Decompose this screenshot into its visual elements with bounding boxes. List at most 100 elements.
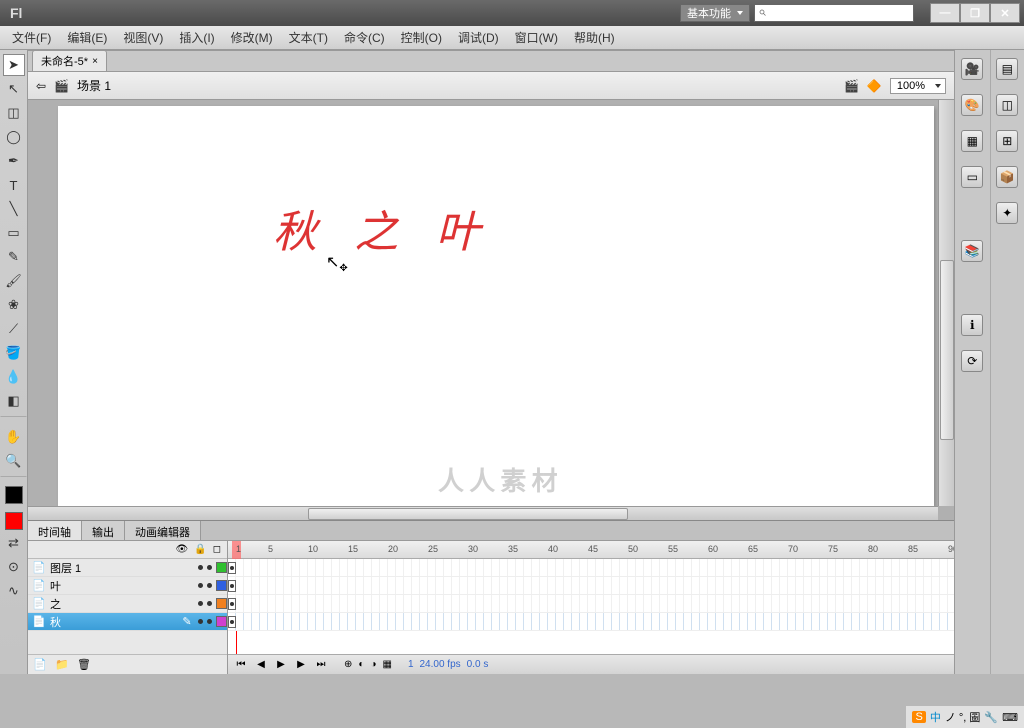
edit-multiple-icon[interactable]: ▦ — [382, 659, 391, 670]
lock-header-icon[interactable]: 🔒 — [194, 544, 206, 555]
deco-tool[interactable]: ❀ — [3, 294, 25, 316]
menu-text[interactable]: 文本(T) — [281, 29, 336, 46]
close-button[interactable]: ✕ — [990, 3, 1020, 23]
frame-ruler[interactable]: 151015202530354045505560657075808590 — [228, 541, 954, 559]
lock-dot[interactable] — [207, 583, 212, 588]
swap-colors-icon[interactable]: ⇄ — [3, 532, 25, 554]
menu-control[interactable]: 控制(O) — [393, 29, 450, 46]
ime-tool-icon[interactable]: 🔧 — [984, 711, 998, 724]
brush-tool[interactable]: 🖌 — [3, 270, 25, 292]
hand-tool[interactable]: ✋ — [3, 426, 25, 448]
pen-tool[interactable]: ✒ — [3, 150, 25, 172]
color-panel-icon[interactable]: 🎨 — [961, 94, 983, 116]
smoothing-option[interactable]: ∿ — [3, 580, 25, 602]
visibility-dot[interactable] — [198, 601, 203, 606]
visibility-header-icon[interactable]: 👁 — [176, 544, 189, 555]
layer-row[interactable]: 📄图层 1 — [28, 559, 227, 577]
align-panel-icon[interactable]: ▭ — [961, 166, 983, 188]
swatches-panel-icon[interactable]: ▦ — [961, 130, 983, 152]
ime-keyboard-icon[interactable]: ⌨ — [1002, 711, 1018, 724]
frame-row[interactable] — [228, 559, 954, 577]
center-frame-icon[interactable]: ⊕ — [344, 659, 352, 670]
search-input[interactable] — [754, 4, 914, 22]
tab-output[interactable]: 输出 — [82, 521, 125, 540]
outline-color-chip[interactable] — [216, 616, 227, 627]
keyframe[interactable] — [228, 598, 236, 610]
eyedropper-tool[interactable]: 💧 — [3, 366, 25, 388]
menu-view[interactable]: 视图(V) — [115, 29, 171, 46]
selection-tool[interactable]: ➤ — [3, 54, 25, 76]
new-layer-button[interactable]: 📄 — [32, 657, 48, 673]
properties-panel-icon[interactable]: 🎥 — [961, 58, 983, 80]
close-tab-icon[interactable]: × — [92, 56, 98, 67]
zoom-tool[interactable]: 🔍 — [3, 450, 25, 472]
paint-bucket-tool[interactable]: 🪣 — [3, 342, 25, 364]
outline-color-chip[interactable] — [216, 562, 227, 573]
menu-window[interactable]: 窗口(W) — [507, 29, 566, 46]
transform-panel-icon-2[interactable]: ◫ — [996, 94, 1018, 116]
fill-color-swatch[interactable] — [5, 512, 23, 530]
pencil-tool[interactable]: ✎ — [3, 246, 25, 268]
menu-insert[interactable]: 插入(I) — [171, 29, 222, 46]
menu-modify[interactable]: 修改(M) — [223, 29, 281, 46]
outline-color-chip[interactable] — [216, 598, 227, 609]
frame-row[interactable] — [228, 595, 954, 613]
edit-symbols-icon[interactable]: 🔶 — [867, 79, 882, 93]
components-panel-icon[interactable]: ⊞ — [996, 130, 1018, 152]
search-field[interactable] — [767, 7, 909, 19]
text-tool[interactable]: T — [3, 174, 25, 196]
info-panel-icon[interactable]: ℹ — [961, 314, 983, 336]
subselect-tool[interactable]: ↖ — [3, 78, 25, 100]
library-panel-icon-2[interactable]: 📦 — [996, 166, 1018, 188]
edit-scene-icon[interactable]: 🎬 — [844, 79, 859, 93]
stage[interactable]: 秋 之 叶 ↖✥ 人人素材 — [58, 106, 934, 506]
snap-tool[interactable]: ⊙ — [3, 556, 25, 578]
frame-row[interactable] — [228, 613, 954, 631]
motion-presets-icon[interactable]: ✦ — [996, 202, 1018, 224]
line-tool[interactable]: ╲ — [3, 198, 25, 220]
menu-edit[interactable]: 编辑(E) — [59, 29, 115, 46]
prev-frame-button[interactable]: ◀ — [254, 658, 268, 672]
visibility-dot[interactable] — [198, 619, 203, 624]
stage-area[interactable]: 秋 之 叶 ↖✥ 人人素材 — [28, 100, 954, 520]
horizontal-scroll-thumb[interactable] — [308, 508, 628, 520]
play-button[interactable]: ▶ — [274, 658, 288, 672]
outline-color-chip[interactable] — [216, 580, 227, 591]
eraser-tool[interactable]: ◧ — [3, 390, 25, 412]
onion-outline-icon[interactable]: ◑ — [370, 659, 376, 670]
menu-file[interactable]: 文件(F) — [4, 29, 59, 46]
transform-panel-icon[interactable]: ⟳ — [961, 350, 983, 372]
vertical-scrollbar[interactable] — [938, 100, 954, 506]
tab-motion-editor[interactable]: 动画编辑器 — [125, 521, 201, 540]
maximize-button[interactable]: ❐ — [960, 3, 990, 23]
next-frame-button[interactable]: ▶ — [294, 658, 308, 672]
ime-indicator[interactable]: S — [912, 711, 925, 723]
visibility-dot[interactable] — [198, 583, 203, 588]
delete-layer-button[interactable]: 🗑 — [76, 657, 92, 673]
outline-header-icon[interactable]: ◻ — [213, 544, 221, 555]
keyframe[interactable] — [228, 580, 236, 592]
lock-dot[interactable] — [207, 619, 212, 624]
library-panel-icon[interactable]: 📚 — [961, 240, 983, 262]
lock-dot[interactable] — [207, 565, 212, 570]
tab-timeline[interactable]: 时间轴 — [28, 521, 82, 540]
new-folder-button[interactable]: 📁 — [54, 657, 70, 673]
workspace-dropdown[interactable]: 基本功能 — [680, 4, 750, 22]
align-panel-icon-2[interactable]: ▤ — [996, 58, 1018, 80]
rectangle-tool[interactable]: ▭ — [3, 222, 25, 244]
lock-dot[interactable] — [207, 601, 212, 606]
stage-text-object[interactable]: 秋 之 叶 — [273, 196, 493, 260]
free-transform-tool[interactable]: ◫ — [3, 102, 25, 124]
keyframe[interactable] — [228, 562, 236, 574]
frame-rows[interactable] — [228, 559, 954, 654]
zoom-dropdown[interactable]: 100% — [890, 78, 946, 94]
layer-row[interactable]: 📄之 — [28, 595, 227, 613]
minimize-button[interactable]: — — [930, 3, 960, 23]
menu-commands[interactable]: 命令(C) — [336, 29, 393, 46]
back-icon[interactable]: ⇦ — [36, 79, 46, 93]
layer-row[interactable]: 📄秋✎ — [28, 613, 227, 631]
ime-mode[interactable]: 中 — [930, 709, 941, 725]
horizontal-scrollbar[interactable] — [28, 506, 938, 520]
stroke-color-swatch[interactable] — [5, 486, 23, 504]
layer-row[interactable]: 📄叶 — [28, 577, 227, 595]
